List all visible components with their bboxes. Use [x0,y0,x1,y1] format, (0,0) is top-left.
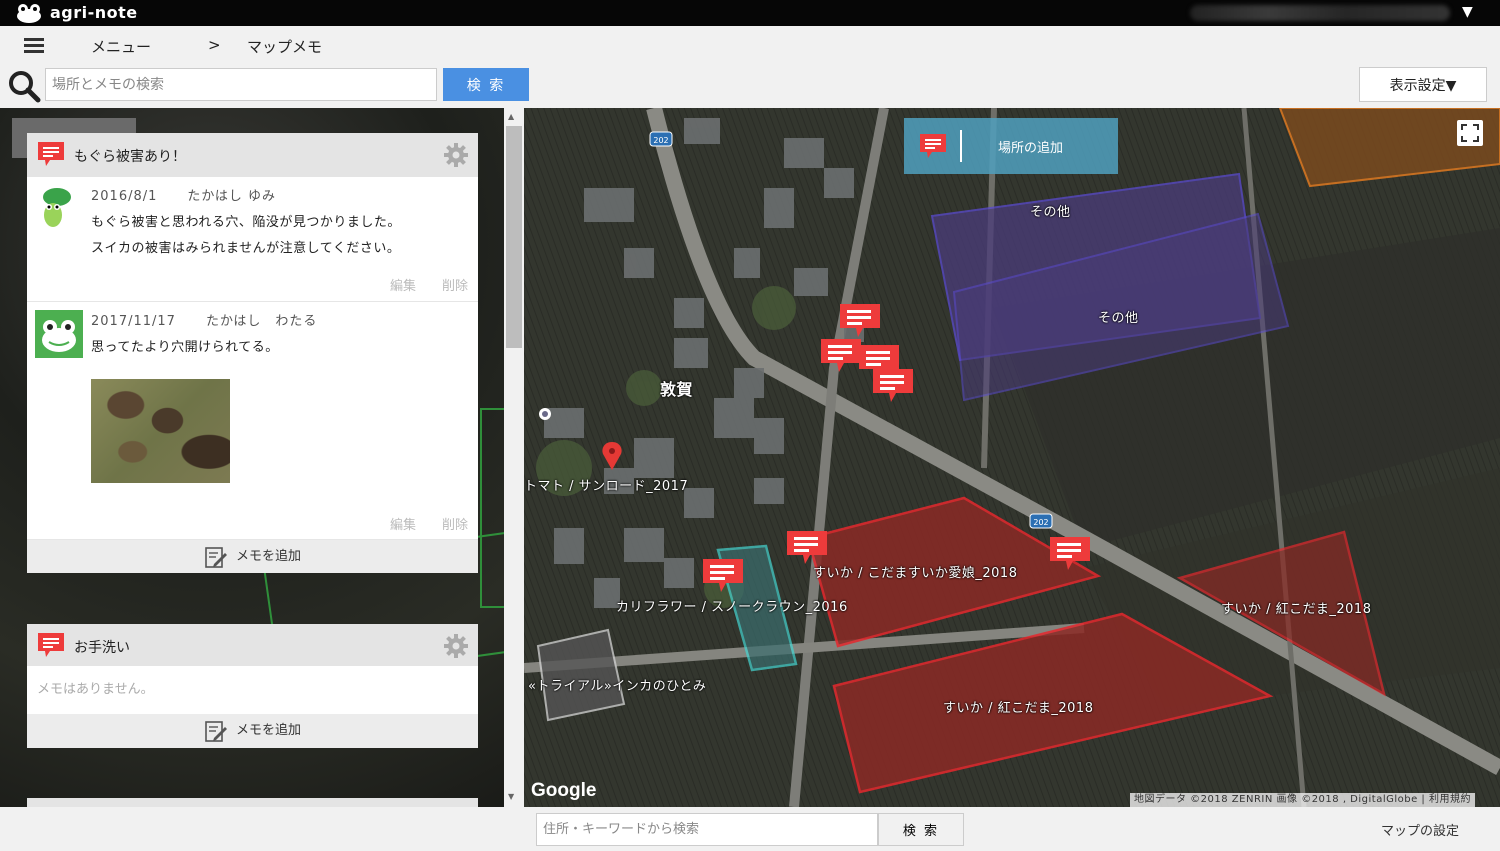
fullscreen-icon[interactable] [1457,120,1483,146]
app-header: agri-note ▼ [0,0,1500,26]
add-memo-button[interactable]: メモを追加 [27,714,478,748]
field-label: すいか / こだますいか愛娘_2018 [813,566,1018,581]
memo-meta: 2016/8/1 たかはし ゆみ [91,185,306,204]
search-button[interactable]: 検 索 [443,68,529,101]
breadcrumb-separator: > [208,36,221,54]
memo-card: お手洗い メモはありません。 メモを追加 [27,624,478,748]
delete-link[interactable]: 削除 [442,279,468,294]
memo-card [27,798,478,807]
add-memo-label: メモを追加 [235,549,301,564]
map-search-bar: 検 索 マップの設定 [0,807,1500,851]
map-attribution[interactable]: 地図データ ©2018 ZENRIN 画像 ©2018 , DigitalGlo… [1130,793,1475,807]
scrollbar-thumb[interactable] [506,126,522,348]
breadcrumb-current: マップメモ [247,38,323,56]
memo-marker-icon[interactable] [870,366,916,406]
edit-link[interactable]: 編集 [390,279,416,294]
route-202-badge: 202 [649,131,673,147]
memo-search-input[interactable] [45,68,437,101]
memo-actions: 編集 削除 [364,514,468,533]
map-search-button[interactable]: 検 索 [878,813,964,846]
google-logo: Google [531,780,597,801]
memo-body: 思ってたより穴開けられてる。 [91,335,279,361]
svg-text:202: 202 [1033,518,1048,527]
memo-list-panel: もぐら被害あり！ 2016/8/1 たかはし ゆみ もぐら被害と思われる穴、陥没が… [0,108,524,807]
avatar [35,310,83,358]
satellite-map[interactable]: 202 202 その他 その他 敦賀 トマト / サンロード_2017 すいか … [524,108,1500,807]
breadcrumb: メニュー > マップメモ [0,26,1500,64]
memo-line: もぐら被害と思われる穴、陥没が見つかりました。 [91,215,401,230]
gear-icon[interactable] [443,142,469,168]
edit-note-icon [205,720,227,742]
scroll-down-icon[interactable]: ▼ [508,792,514,801]
memo-marker-icon [38,142,64,166]
field-label: すいか / 紅こだま_2018 [943,701,1094,716]
memo-marker-icon [38,633,64,657]
account-dropdown-icon[interactable]: ▼ [1462,4,1473,20]
delete-link[interactable]: 削除 [442,518,468,533]
scroll-up-icon[interactable]: ▲ [508,112,514,121]
app-name: agri-note [50,3,138,22]
field-label: トマト / サンロード_2017 [524,479,689,494]
map-settings-link[interactable]: マップの設定 [1381,820,1459,839]
empty-memo-text: メモはありません。 [37,682,154,697]
add-memo-label: メモを追加 [235,723,301,738]
add-place-label: 場所の追加 [998,141,1064,156]
memo-card-title: お手洗い [74,640,130,656]
memo-marker-icon[interactable] [700,556,746,596]
memo-marker-icon [920,134,946,158]
memo-line: 思ってたより穴開けられてる。 [91,340,279,355]
breadcrumb-menu[interactable]: メニュー [91,36,151,57]
add-place-button[interactable]: 場所の追加 [904,118,1118,174]
memo-entry: 2017/11/17 たかはし わたる 思ってたより穴開けられてる。 編集 削除 [27,302,478,540]
field-label: その他 [1098,311,1139,326]
frog-logo-icon [17,4,41,23]
memo-photo[interactable] [91,379,230,483]
gear-icon[interactable] [443,633,469,659]
memo-marker-icon[interactable] [1047,534,1093,574]
memo-line: スイカの被害はみられませんが注意してください。 [91,241,401,256]
field-label: カリフラワー / スノークラウン_2016 [616,600,848,615]
field-label: すいか / 紅こだま_2018 [1221,602,1372,617]
svg-text:202: 202 [653,136,668,145]
user-account[interactable] [1190,5,1450,21]
route-202-badge: 202 [1029,513,1053,529]
search-icon [9,71,41,103]
memo-body: もぐら被害と思われる穴、陥没が見つかりました。 スイカの被害はみられませんが注意… [91,210,401,262]
memo-author: たかはし ゆみ [187,189,277,204]
address-search-input[interactable] [536,813,878,846]
edit-link[interactable]: 編集 [390,518,416,533]
memo-card-header[interactable]: お手洗い [27,624,478,666]
hamburger-menu-icon[interactable] [24,38,44,53]
edit-note-icon [205,546,227,568]
field-label: その他 [1030,205,1071,220]
memo-author: たかはし わたる [205,314,318,329]
memo-meta: 2017/11/17 たかはし わたる [91,310,347,329]
memo-marker-icon[interactable] [837,301,883,341]
memo-card: もぐら被害あり！ 2016/8/1 たかはし ゆみ もぐら被害と思われる穴、陥没が… [27,133,478,573]
left-panel-scrollbar[interactable]: ▲ ▼ [504,108,524,807]
memo-date: 2017/11/17 [91,314,176,329]
memo-search-bar: 検 索 表示設定▼ [0,64,1500,108]
memo-card-header[interactable]: もぐら被害あり！ [27,133,478,177]
memo-entry: 2016/8/1 たかはし ゆみ もぐら被害と思われる穴、陥没が見つかりました。 … [27,177,478,302]
memo-card-title: もぐら被害あり！ [74,149,186,165]
display-settings-button[interactable]: 表示設定▼ [1359,67,1487,102]
avatar [43,188,71,227]
memo-actions: 編集 削除 [364,275,468,294]
add-memo-button[interactable]: メモを追加 [27,540,478,573]
field-label: «トライアル»インカのひとみ [528,679,707,694]
town-label: 敦賀 [660,380,694,399]
memo-date: 2016/8/1 [91,189,158,204]
